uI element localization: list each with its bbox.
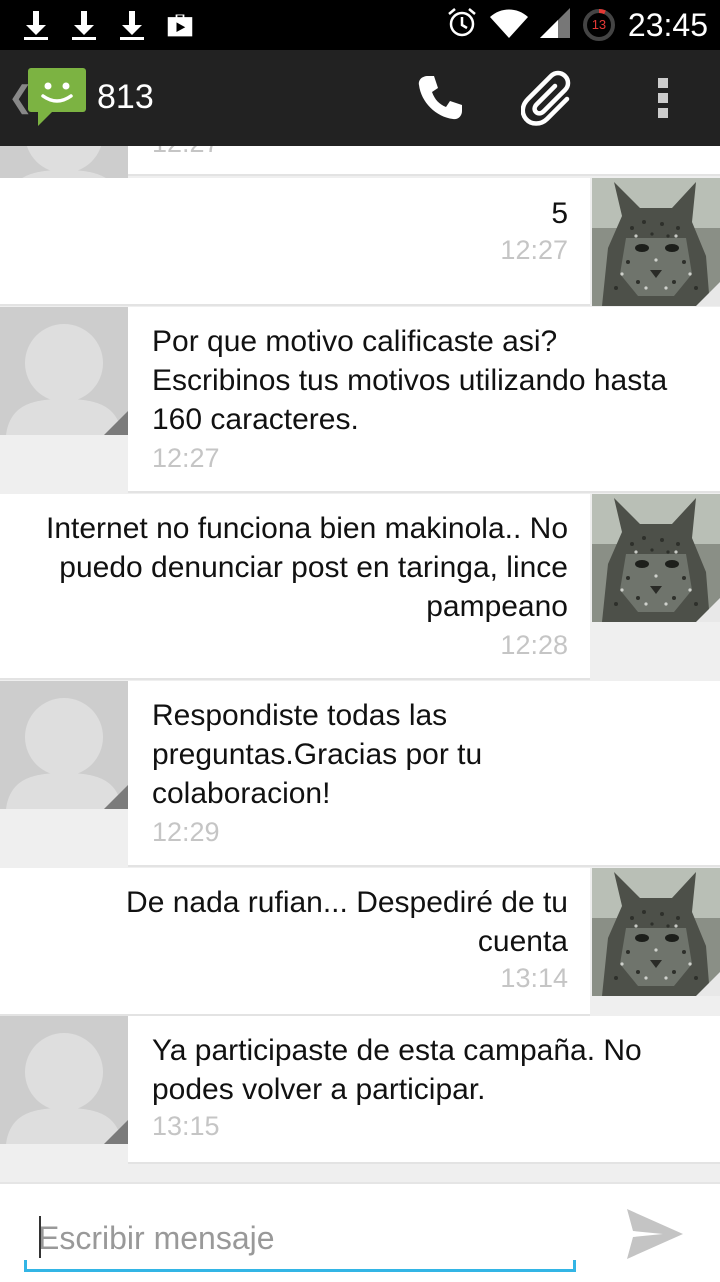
message-bubble[interactable]: 12:27 [128,146,720,176]
message-input[interactable] [24,1210,590,1266]
alarm-icon [446,7,478,44]
lynx-avatar[interactable] [592,178,720,306]
input-underline-corner [24,1260,27,1272]
messaging-app-icon[interactable] [26,66,88,128]
message-incoming: Respondiste todas las preguntas.Gracias … [0,681,720,867]
message-input-wrapper[interactable] [24,1210,590,1272]
message-text: Respondiste todas las preguntas.Gracias … [152,699,483,810]
message-incoming: Por que motivo calificaste asi? Escribin… [0,307,720,493]
conversation-title: 813 [97,78,154,116]
message-time: 12:27 [500,235,568,265]
message-bubble[interactable]: De nada rufian... Despediré de tu cuenta… [0,868,590,1016]
action-bar: ❮ 813 [0,50,720,148]
download-icon [22,8,50,42]
message-text: Por que motivo calificaste asi? Escribin… [152,325,668,436]
overflow-menu-icon[interactable] [633,68,693,128]
message-text: 5 [551,197,568,230]
status-bar: 13 23:45 [0,0,720,50]
message-incoming: Ya participaste de esta campaña. No pode… [0,1016,720,1164]
signal-icon [539,7,570,43]
message-outgoing: De nada rufian... Despediré de tu cuenta… [0,868,720,1016]
message-composer [0,1182,720,1282]
status-time: 23:45 [627,6,708,43]
message-time: 12:29 [152,817,220,847]
contact-avatar[interactable] [0,681,128,809]
contact-avatar[interactable] [0,1016,128,1144]
message-bubble[interactable]: Internet no funciona bien makinola.. No … [0,494,590,680]
message-text: Ya participaste de esta campaña. No pode… [152,1034,642,1106]
message-bubble[interactable]: 5 12:27 [0,178,590,306]
message-bubble[interactable]: Ya participaste de esta campaña. No pode… [128,1016,720,1164]
download-icon [118,8,146,42]
media-bag-icon [166,8,194,42]
battery-icon: 13 [582,8,616,42]
message-time: 12:27 [128,146,220,159]
message-outgoing: Internet no funciona bien makinola.. No … [0,494,720,680]
message-time: 13:15 [152,1111,220,1141]
input-underline-corner [573,1260,576,1272]
message-thread[interactable]: 12:27 5 12:27 Por que motivo calificaste… [0,146,720,1180]
wifi-icon [489,8,528,43]
notification-icons [22,8,194,42]
text-cursor [39,1216,41,1258]
battery-level: 13 [591,17,607,32]
message-time: 12:28 [500,630,568,660]
message-bubble[interactable]: Respondiste todas las preguntas.Gracias … [128,681,720,867]
lynx-avatar[interactable] [592,868,720,996]
message-text: Internet no funciona bien makinola.. No … [46,512,568,623]
lynx-avatar[interactable] [592,494,720,622]
contact-avatar[interactable] [0,307,128,435]
download-icon [70,8,98,42]
system-icons: 13 23:45 [446,0,708,50]
message-time: 13:14 [500,963,568,993]
message-text: De nada rufian... Despediré de tu cuenta [126,886,568,958]
message-bubble[interactable]: Por que motivo calificaste asi? Escribin… [128,307,720,493]
message-outgoing: 5 12:27 [0,178,720,306]
message-incoming: 12:27 [0,146,720,176]
message-time: 12:27 [152,443,220,473]
send-icon[interactable] [620,1202,690,1266]
phone-icon[interactable] [410,68,470,128]
attach-icon[interactable] [520,68,580,128]
